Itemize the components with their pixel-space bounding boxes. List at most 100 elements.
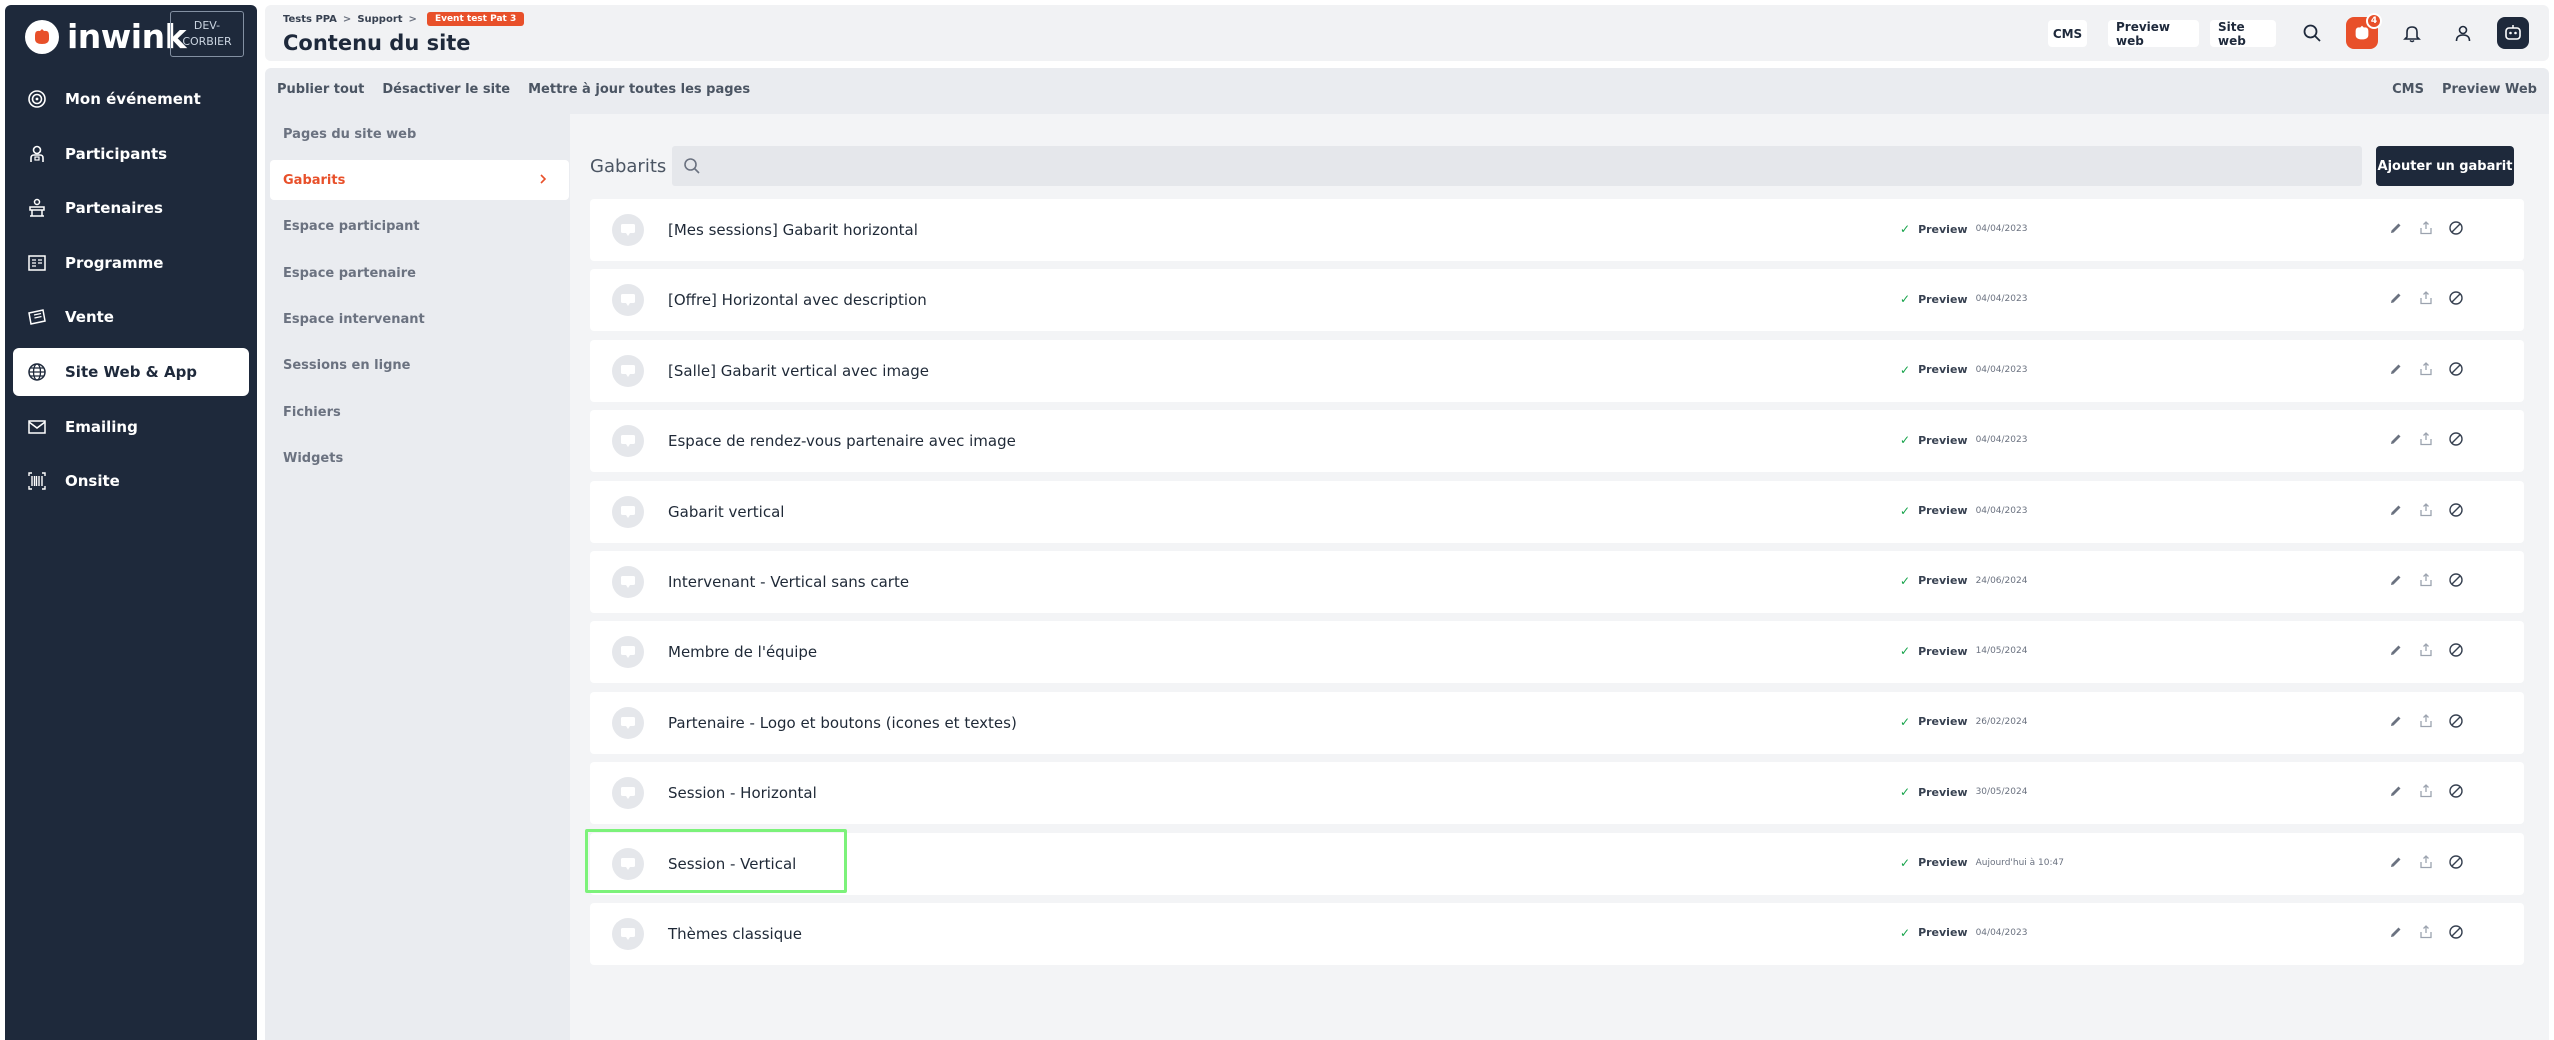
template-row[interactable]: Gabarit vertical ✓ Preview 04/04/2023 (590, 480, 2524, 543)
nav-item-site-web-app[interactable]: Site Web & App (13, 347, 249, 396)
disable-icon[interactable] (2447, 641, 2465, 659)
row-actions (2387, 853, 2465, 871)
subnav-sessions-en-ligne[interactable]: Sessions en ligne (270, 346, 569, 386)
search-box (672, 146, 2362, 186)
publish-all-link[interactable]: Publier tout (277, 82, 364, 97)
template-row[interactable]: Intervenant - Vertical sans carte ✓ Prev… (590, 550, 2524, 613)
search-icon[interactable] (2296, 17, 2328, 49)
template-name[interactable]: Thèmes classique (668, 925, 802, 943)
chevron-right-icon (537, 172, 549, 190)
nav-item-partenaires[interactable]: Partenaires (13, 184, 249, 232)
disable-icon[interactable] (2447, 360, 2465, 378)
template-name[interactable]: Membre de l'équipe (668, 643, 817, 661)
export-icon[interactable] (2417, 219, 2435, 237)
template-row[interactable]: Session - Horizontal ✓ Preview 30/05/202… (590, 762, 2524, 825)
edit-pencil-icon[interactable] (2387, 360, 2405, 378)
template-name[interactable]: Session - Horizontal (668, 784, 817, 802)
status-label: Preview (1918, 222, 1968, 236)
template-name[interactable]: Espace de rendez-vous partenaire avec im… (668, 432, 1016, 450)
edit-pencil-icon[interactable] (2387, 853, 2405, 871)
environment-selector[interactable]: DEV- CORBIER (170, 11, 244, 57)
edit-pencil-icon[interactable] (2387, 712, 2405, 730)
nav-item-mon-evenement[interactable]: Mon événement (13, 75, 249, 123)
template-name[interactable]: [Salle] Gabarit vertical avec image (668, 362, 929, 380)
preview-web-link[interactable]: Preview Web (2442, 82, 2537, 97)
site-web-button[interactable]: Site web (2210, 20, 2276, 48)
template-name[interactable]: [Mes sessions] Gabarit horizontal (668, 221, 918, 239)
nav-item-onsite[interactable]: Onsite (13, 457, 249, 505)
breadcrumb-item[interactable]: Support (357, 14, 402, 25)
export-icon[interactable] (2417, 501, 2435, 519)
template-name[interactable]: Gabarit vertical (668, 503, 784, 521)
disable-icon[interactable] (2447, 501, 2465, 519)
assistant-bot-icon[interactable] (2497, 17, 2529, 49)
disable-icon[interactable] (2447, 571, 2465, 589)
nav-item-programme[interactable]: Programme (13, 239, 249, 287)
user-account-icon[interactable] (2447, 17, 2479, 49)
export-icon[interactable] (2417, 641, 2435, 659)
edit-pencil-icon[interactable] (2387, 571, 2405, 589)
check-icon: ✓ (1900, 573, 1911, 588)
export-icon[interactable] (2417, 360, 2435, 378)
search-input[interactable] (712, 146, 2332, 186)
template-row[interactable]: Thèmes classique ✓ Preview 04/04/2023 (590, 902, 2524, 965)
template-row[interactable]: Session - Vertical ✓ Preview Aujourd'hui… (590, 832, 2524, 895)
export-icon[interactable] (2417, 712, 2435, 730)
edit-pencil-icon[interactable] (2387, 501, 2405, 519)
disable-icon[interactable] (2447, 782, 2465, 800)
template-row[interactable]: [Salle] Gabarit vertical avec image ✓ Pr… (590, 339, 2524, 402)
template-thumbnail-icon (612, 214, 644, 246)
edit-pencil-icon[interactable] (2387, 923, 2405, 941)
nav-item-participants[interactable]: Participants (13, 130, 249, 178)
nav-item-emailing[interactable]: Emailing (13, 403, 249, 451)
disable-icon[interactable] (2447, 923, 2465, 941)
template-status: ✓ Preview 04/04/2023 (1900, 433, 2027, 447)
template-row[interactable]: [Offre] Horizontal avec description ✓ Pr… (590, 269, 2524, 332)
notifications-button[interactable]: 4 (2346, 13, 2382, 49)
disable-icon[interactable] (2447, 289, 2465, 307)
disable-icon[interactable] (2447, 219, 2465, 237)
disable-icon[interactable] (2447, 712, 2465, 730)
disable-site-link[interactable]: Désactiver le site (382, 82, 510, 97)
template-row[interactable]: [Mes sessions] Gabarit horizontal ✓ Prev… (590, 199, 2524, 261)
row-actions (2387, 501, 2465, 519)
template-name[interactable]: Intervenant - Vertical sans carte (668, 573, 909, 591)
nav-item-vente[interactable]: Vente (13, 293, 249, 341)
template-row[interactable]: Espace de rendez-vous partenaire avec im… (590, 410, 2524, 473)
update-all-pages-link[interactable]: Mettre à jour toutes les pages (528, 82, 750, 97)
subnav-pages-site-web[interactable]: Pages du site web (270, 114, 569, 154)
cms-link[interactable]: CMS (2392, 82, 2424, 97)
edit-pencil-icon[interactable] (2387, 289, 2405, 307)
cms-button[interactable]: CMS (2048, 20, 2087, 47)
template-row[interactable]: Membre de l'équipe ✓ Preview 14/05/2024 (590, 621, 2524, 684)
disable-icon[interactable] (2447, 430, 2465, 448)
subnav-espace-intervenant[interactable]: Espace intervenant (270, 300, 569, 340)
export-icon[interactable] (2417, 853, 2435, 871)
subnav-gabarits[interactable]: Gabarits (270, 160, 569, 201)
template-row[interactable]: Partenaire - Logo et boutons (icones et … (590, 691, 2524, 754)
export-icon[interactable] (2417, 430, 2435, 448)
brand-logo[interactable]: inwink (25, 17, 187, 56)
add-template-button[interactable]: Ajouter un gabarit (2376, 146, 2514, 186)
event-badge[interactable]: Event test Pat 3 (426, 12, 525, 26)
subnav-fichiers[interactable]: Fichiers (270, 392, 569, 432)
template-name[interactable]: [Offre] Horizontal avec description (668, 291, 927, 309)
subnav-espace-participant[interactable]: Espace participant (270, 207, 569, 247)
breadcrumb-item[interactable]: Tests PPA (283, 14, 337, 25)
export-icon[interactable] (2417, 571, 2435, 589)
template-thumbnail-icon (612, 284, 644, 317)
edit-pencil-icon[interactable] (2387, 430, 2405, 448)
subnav-widgets[interactable]: Widgets (270, 439, 569, 479)
subnav-espace-partenaire[interactable]: Espace partenaire (270, 253, 569, 293)
disable-icon[interactable] (2447, 853, 2465, 871)
preview-web-button[interactable]: Preview web (2108, 20, 2199, 48)
edit-pencil-icon[interactable] (2387, 782, 2405, 800)
template-name[interactable]: Partenaire - Logo et boutons (icones et … (668, 714, 1017, 732)
bell-icon[interactable] (2396, 17, 2428, 49)
edit-pencil-icon[interactable] (2387, 219, 2405, 237)
export-icon[interactable] (2417, 923, 2435, 941)
edit-pencil-icon[interactable] (2387, 641, 2405, 659)
export-icon[interactable] (2417, 782, 2435, 800)
brand-name: inwink (67, 17, 187, 56)
export-icon[interactable] (2417, 289, 2435, 307)
